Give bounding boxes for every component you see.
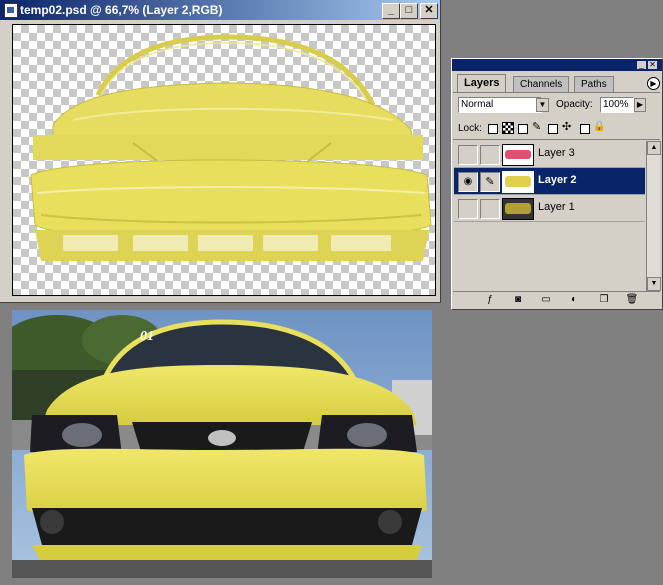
layer-row-layer-1[interactable]: Layer 1 [454, 195, 645, 222]
bumper-cutout-layer [30, 34, 432, 261]
opacity-label: Opacity: [556, 99, 593, 110]
document-title-bar[interactable]: temp02.psd @ 66,7% (Layer 2,RGB) _ □ ✕ [0, 0, 440, 20]
layer-thumbnail [502, 171, 534, 193]
lock-icon: 🔒 [593, 121, 606, 132]
adjustment-layer-icon[interactable]: ◐ [566, 293, 582, 306]
layer-thumbnail [502, 144, 534, 166]
visibility-toggle[interactable] [458, 199, 478, 219]
brush-icon[interactable]: ✎ [480, 172, 500, 192]
layer-style-icon[interactable]: ƒ [482, 293, 498, 306]
document-canvas[interactable] [12, 24, 436, 296]
scroll-up-icon[interactable]: ▲ [647, 141, 661, 155]
photoshop-document-icon [4, 3, 18, 18]
palette-menu-arrow-icon[interactable]: ▶ [647, 77, 660, 90]
tab-layers[interactable]: Layers [457, 74, 507, 93]
layer-list-scrollbar[interactable]: ▲ ▼ [646, 141, 661, 291]
minimize-button[interactable]: _ [382, 3, 400, 19]
layer-name: Layer 3 [538, 147, 575, 159]
lock-label: Lock: [458, 123, 482, 134]
opacity-slider-arrow-icon[interactable]: ▶ [634, 98, 646, 112]
chevron-down-icon[interactable]: ▼ [536, 98, 549, 112]
lock-image-checkbox[interactable] [518, 124, 528, 134]
layers-palette: _ ✕ Layers Channels Paths ▶ Normal ▼ Opa… [451, 58, 663, 310]
maximize-button[interactable]: □ [400, 3, 418, 19]
car-photo: 01 [12, 310, 432, 578]
opacity-input[interactable]: 100% [600, 97, 634, 113]
mustang-photo-image: 01 [12, 310, 432, 578]
layer-row-layer-2[interactable]: ◉ ✎ Layer 2 [454, 168, 645, 195]
blend-mode-select[interactable]: Normal [458, 97, 542, 113]
tab-paths[interactable]: Paths [574, 76, 614, 93]
trash-icon[interactable]: 🗑 [624, 293, 640, 306]
mask-icon[interactable]: ◙ [510, 293, 526, 306]
new-layer-icon[interactable]: ❐ [596, 293, 612, 306]
document-window: temp02.psd @ 66,7% (Layer 2,RGB) _ □ ✕ [0, 0, 441, 303]
layer-thumbnail [502, 198, 534, 220]
layer-row-layer-3[interactable]: Layer 3 [454, 141, 645, 168]
tab-channels[interactable]: Channels [513, 76, 570, 93]
windshield-number: 01 [140, 329, 154, 344]
layer-name: Layer 2 [538, 174, 577, 186]
document-title: temp02.psd @ 66,7% (Layer 2,RGB) [20, 3, 223, 17]
link-toggle[interactable] [480, 145, 500, 165]
transparency-icon [502, 122, 514, 134]
visibility-toggle[interactable] [458, 145, 478, 165]
link-toggle[interactable] [480, 199, 500, 219]
layer-name: Layer 1 [538, 201, 575, 213]
layer-list: Layer 3 ◉ ✎ Layer 2 Layer 1 [453, 141, 645, 291]
palette-close-icon[interactable]: ✕ [648, 61, 657, 69]
scroll-down-icon[interactable]: ▼ [647, 277, 661, 291]
close-button[interactable]: ✕ [420, 3, 438, 19]
folder-icon[interactable]: ▭ [538, 293, 554, 306]
lock-transparency-checkbox[interactable] [488, 124, 498, 134]
move-icon: ✣ [562, 121, 572, 133]
eye-icon[interactable]: ◉ [458, 172, 478, 192]
lock-position-checkbox[interactable] [548, 124, 558, 134]
brush-icon: ✎ [532, 121, 542, 133]
lock-all-checkbox[interactable] [580, 124, 590, 134]
palette-title-bar[interactable]: _ ✕ [452, 59, 662, 71]
palette-minimize-icon[interactable]: _ [637, 61, 646, 69]
